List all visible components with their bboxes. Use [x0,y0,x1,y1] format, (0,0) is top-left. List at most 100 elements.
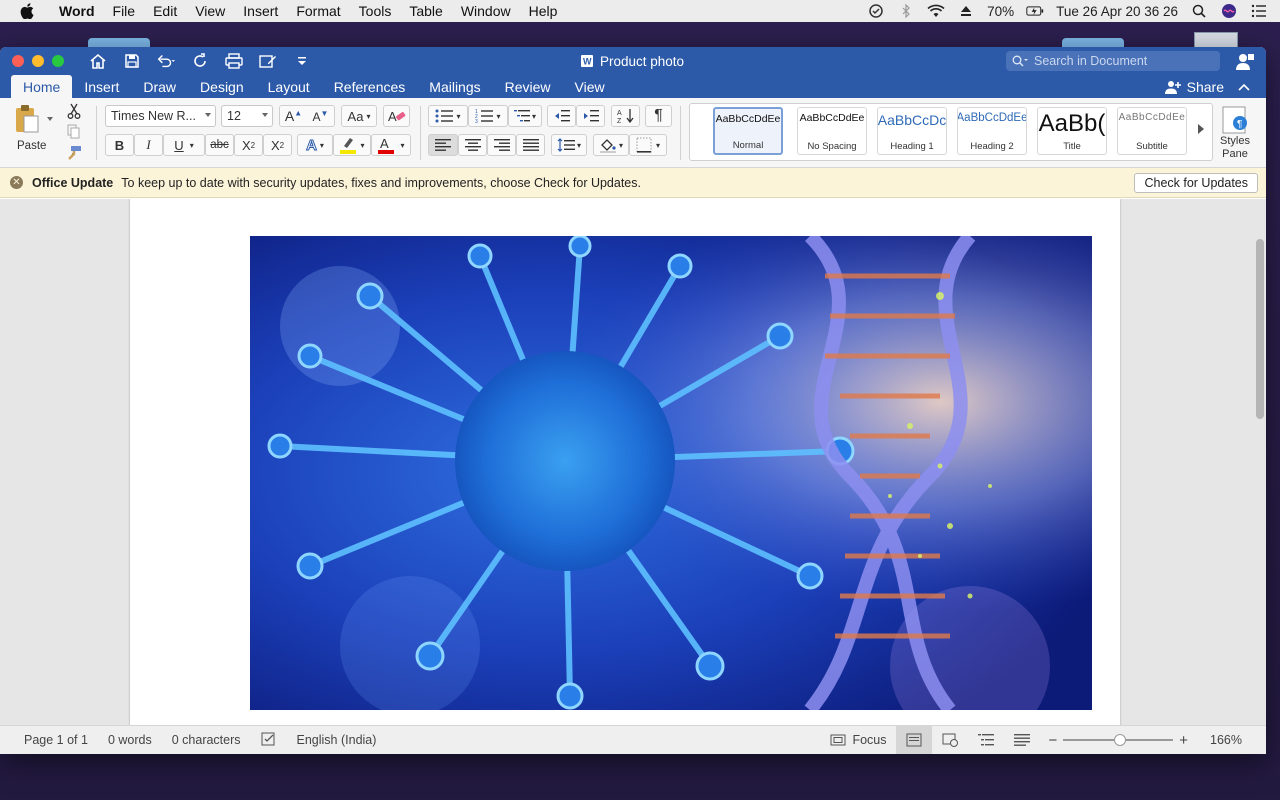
sort-button[interactable]: AZ [611,105,640,127]
superscript-button[interactable]: X2 [263,134,292,156]
menu-app-name[interactable]: Word [50,3,104,19]
menu-file[interactable]: File [104,3,145,19]
outline-view-button[interactable] [968,726,1004,754]
format-painter-icon[interactable] [64,144,84,162]
grow-font-icon[interactable]: A▲ [280,108,307,124]
focus-button[interactable]: Focus [820,733,896,747]
notification-center-icon[interactable] [1250,3,1268,19]
tab-references[interactable]: References [322,75,418,98]
align-right-button[interactable] [487,134,516,156]
decrease-indent-button[interactable] [547,105,576,127]
increase-indent-button[interactable] [576,105,605,127]
share-button[interactable]: Share [1164,75,1250,98]
menu-view[interactable]: View [186,3,234,19]
document-canvas[interactable] [0,199,1266,725]
menu-tools[interactable]: Tools [350,3,401,19]
time-machine-icon[interactable] [867,3,885,19]
tab-mailings[interactable]: Mailings [417,75,492,98]
account-icon[interactable] [1236,52,1254,70]
menu-insert[interactable]: Insert [234,3,287,19]
draft-view-button[interactable] [1004,726,1040,754]
highlight-button[interactable]: ▾ [333,134,371,156]
battery-charging-icon[interactable] [1026,3,1044,19]
tab-layout[interactable]: Layout [256,75,322,98]
edit-document-icon[interactable] [258,51,278,71]
italic-button[interactable]: I [134,134,163,156]
font-size-select[interactable]: 12 [221,105,273,127]
proofing-icon[interactable] [251,732,287,749]
style-title[interactable]: AaBb( Title [1037,107,1107,155]
zoom-slider-knob[interactable] [1114,734,1127,746]
menu-format[interactable]: Format [287,3,349,19]
product-photo-image[interactable] [250,236,1092,710]
print-icon[interactable] [224,51,244,71]
copy-icon[interactable] [64,123,84,141]
word-count[interactable]: 0 words [98,733,162,747]
check-for-updates-button[interactable]: Check for Updates [1134,173,1258,193]
style-heading-2[interactable]: AaBbCcDdEe Heading 2 [957,107,1027,155]
save-icon[interactable] [122,51,142,71]
close-window-button[interactable] [12,55,24,67]
strikethrough-button[interactable]: abc [205,134,234,156]
search-input[interactable] [1034,54,1214,68]
tab-home[interactable]: Home [11,75,73,98]
style-no-spacing[interactable]: AaBbCcDdEe No Spacing [797,107,867,155]
collapse-ribbon-icon[interactable] [1238,83,1250,91]
zoom-percent[interactable]: 166% [1196,733,1266,747]
shrink-font-icon[interactable]: A▼ [307,109,334,124]
line-spacing-button[interactable]: ▾ [551,134,587,156]
search-box[interactable] [1006,51,1220,71]
close-notification-icon[interactable]: ✕ [10,176,23,189]
zoom-in-icon[interactable]: + [1179,732,1188,749]
paste-button[interactable] [10,104,44,134]
siri-icon[interactable] [1220,3,1238,19]
underline-button[interactable]: U ▾ [163,134,205,156]
menu-window[interactable]: Window [452,3,520,19]
zoom-out-icon[interactable]: − [1048,732,1057,749]
bullets-button[interactable]: ▾ [428,105,468,127]
change-case-button[interactable]: Aa ▾ [341,105,377,127]
tab-design[interactable]: Design [188,75,256,98]
clear-formatting-button[interactable]: A [383,105,410,127]
zoom-slider[interactable] [1063,734,1174,746]
home-icon[interactable] [88,51,108,71]
tab-insert[interactable]: Insert [72,75,131,98]
multilevel-list-button[interactable]: ▾ [508,105,542,127]
tab-view[interactable]: View [563,75,617,98]
menubar-clock[interactable]: Tue 26 Apr 20 36 26 [1056,4,1178,19]
justify-button[interactable] [516,134,545,156]
zoom-window-button[interactable] [52,55,64,67]
align-center-button[interactable] [458,134,487,156]
minimize-window-button[interactable] [32,55,44,67]
document-page[interactable] [130,199,1120,725]
text-effects-button[interactable]: A ▾ [297,134,333,156]
menu-edit[interactable]: Edit [144,3,186,19]
style-heading-1[interactable]: AaBbCcDc Heading 1 [877,107,947,155]
subscript-button[interactable]: X2 [234,134,263,156]
cut-icon[interactable] [64,102,84,120]
menu-table[interactable]: Table [400,3,451,19]
undo-icon[interactable] [156,51,176,71]
styles-pane-button[interactable]: ¶ Styles Pane [1216,103,1254,163]
bluetooth-icon[interactable] [897,3,915,19]
wifi-icon[interactable] [927,3,945,19]
show-formatting-button[interactable]: ¶ [645,105,672,127]
menu-help[interactable]: Help [520,3,567,19]
style-normal[interactable]: AaBbCcDdEe Normal [713,107,783,155]
styles-more-icon[interactable] [1198,124,1204,134]
page-count[interactable]: Page 1 of 1 [0,733,98,747]
shading-button[interactable]: ▾ [593,134,629,156]
borders-button[interactable]: ▾ [629,134,667,156]
tab-draw[interactable]: Draw [131,75,188,98]
print-layout-view-button[interactable] [896,726,933,754]
paste-options-icon[interactable] [47,117,53,121]
spotlight-search-icon[interactable] [1190,3,1208,19]
language-indicator[interactable]: English (India) [287,733,387,747]
align-left-button[interactable] [428,134,458,156]
style-subtitle[interactable]: AaBbCcDdEe Subtitle [1117,107,1187,155]
bold-button[interactable]: B [105,134,134,156]
character-count[interactable]: 0 characters [162,733,251,747]
vertical-scrollbar[interactable] [1256,239,1264,419]
redo-icon[interactable] [190,51,210,71]
tab-review[interactable]: Review [493,75,563,98]
